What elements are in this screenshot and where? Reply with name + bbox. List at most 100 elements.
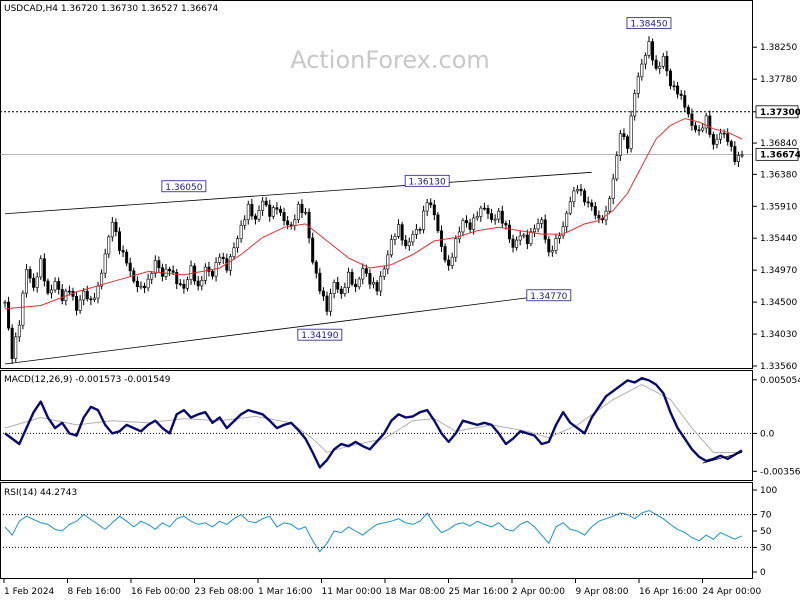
price-axis-label: 1.35910 xyxy=(760,202,797,212)
candle-body xyxy=(332,281,336,294)
candle-body xyxy=(740,154,744,157)
candle-body xyxy=(253,215,257,220)
candle-body xyxy=(293,219,297,226)
candle-body xyxy=(679,93,683,96)
candle-body xyxy=(693,125,697,131)
swing-label: 1.36050 xyxy=(165,183,202,193)
macd-layer xyxy=(0,377,752,469)
candle-body xyxy=(185,279,189,289)
price-tag-label: 1.36674 xyxy=(760,150,800,160)
candle-body xyxy=(46,280,50,294)
candle-body xyxy=(611,178,615,199)
candle-body xyxy=(647,41,651,56)
candle-body xyxy=(257,210,261,220)
candle-body xyxy=(593,206,597,216)
candle-body xyxy=(17,324,21,338)
candle-body xyxy=(719,132,723,140)
candle-body xyxy=(425,202,429,212)
candle-body xyxy=(32,277,36,288)
candle-body xyxy=(676,85,680,95)
candle-body xyxy=(200,280,204,287)
time-axis-label: 25 Mar 16:00 xyxy=(449,587,509,597)
candle-body xyxy=(82,290,86,301)
candle-body xyxy=(67,290,71,293)
candle-body xyxy=(139,285,143,288)
candle-body xyxy=(686,106,690,115)
candle-body xyxy=(379,276,383,292)
time-axis-label: 11 Mar 00:00 xyxy=(322,587,382,597)
candle-body xyxy=(146,278,150,289)
candle-body xyxy=(114,221,118,232)
rsi-axis-label: 0 xyxy=(760,568,766,578)
candle-body xyxy=(575,188,579,192)
candle-body xyxy=(636,76,640,94)
candle-body xyxy=(661,55,665,67)
candle-body xyxy=(243,219,247,226)
candle-body xyxy=(157,260,161,269)
candle-body xyxy=(608,198,612,212)
candle-body xyxy=(486,207,490,214)
candle-body xyxy=(643,55,647,65)
candle-body xyxy=(389,239,393,256)
candle-body xyxy=(629,115,633,149)
candle-body xyxy=(550,250,554,253)
swing-label: 1.38450 xyxy=(630,20,667,30)
candle-body xyxy=(654,59,658,69)
candle-body xyxy=(633,93,637,117)
candle-body xyxy=(658,65,662,69)
candle-body xyxy=(432,204,436,216)
candle-body xyxy=(264,200,268,206)
candle-body xyxy=(364,268,368,274)
candle-body xyxy=(711,134,715,145)
candle-body xyxy=(57,281,61,290)
candle-body xyxy=(525,234,529,244)
candle-body xyxy=(529,231,533,244)
candle-body xyxy=(271,207,275,217)
candle-body xyxy=(475,216,479,219)
candle-body xyxy=(339,288,343,294)
candle-body xyxy=(382,268,386,277)
candle-body xyxy=(532,228,536,233)
candle-body xyxy=(583,190,587,203)
rsi-line xyxy=(4,509,743,553)
candle-body xyxy=(218,256,222,263)
candle-body xyxy=(543,219,547,240)
price-axis-label: 1.36380 xyxy=(760,170,797,180)
swing-label: 1.34190 xyxy=(301,331,338,341)
candle-body xyxy=(708,115,712,135)
swing-label: 1.36130 xyxy=(409,177,446,187)
candle-body xyxy=(282,212,286,222)
candle-body xyxy=(160,267,164,277)
candle-body xyxy=(457,231,461,240)
candle-body xyxy=(565,212,569,228)
price-axis-label: 1.34500 xyxy=(760,298,797,308)
macd-divergence-line xyxy=(702,452,743,464)
candle-body xyxy=(246,203,250,221)
candle-body xyxy=(447,259,451,266)
candle-body xyxy=(622,133,626,138)
candle-body xyxy=(350,271,354,285)
price-tag-label: 1.37300 xyxy=(760,108,800,118)
candle-body xyxy=(211,271,215,277)
candle-body xyxy=(150,273,154,280)
candle-body xyxy=(540,219,544,224)
candle-body xyxy=(386,254,390,270)
candle-body xyxy=(597,214,601,219)
candle-body xyxy=(511,238,515,248)
candle-body xyxy=(39,258,43,278)
candle-body xyxy=(414,229,418,235)
candle-body xyxy=(325,295,329,312)
candle-body xyxy=(500,210,504,224)
price-axis-label: 1.38250 xyxy=(760,43,797,53)
candle-body xyxy=(3,301,7,304)
time-axis-label: 2 Apr 00:00 xyxy=(512,587,565,597)
candle-body xyxy=(400,224,404,241)
price-axis-label: 1.35440 xyxy=(760,234,797,244)
candle-body xyxy=(454,238,458,258)
candle-body xyxy=(536,223,540,230)
candle-body xyxy=(651,41,655,61)
channel-lower-line xyxy=(4,294,553,365)
candle-body xyxy=(336,281,340,290)
rsi-axis-label: 30 xyxy=(760,543,772,553)
macd-panel-frame xyxy=(0,370,753,481)
